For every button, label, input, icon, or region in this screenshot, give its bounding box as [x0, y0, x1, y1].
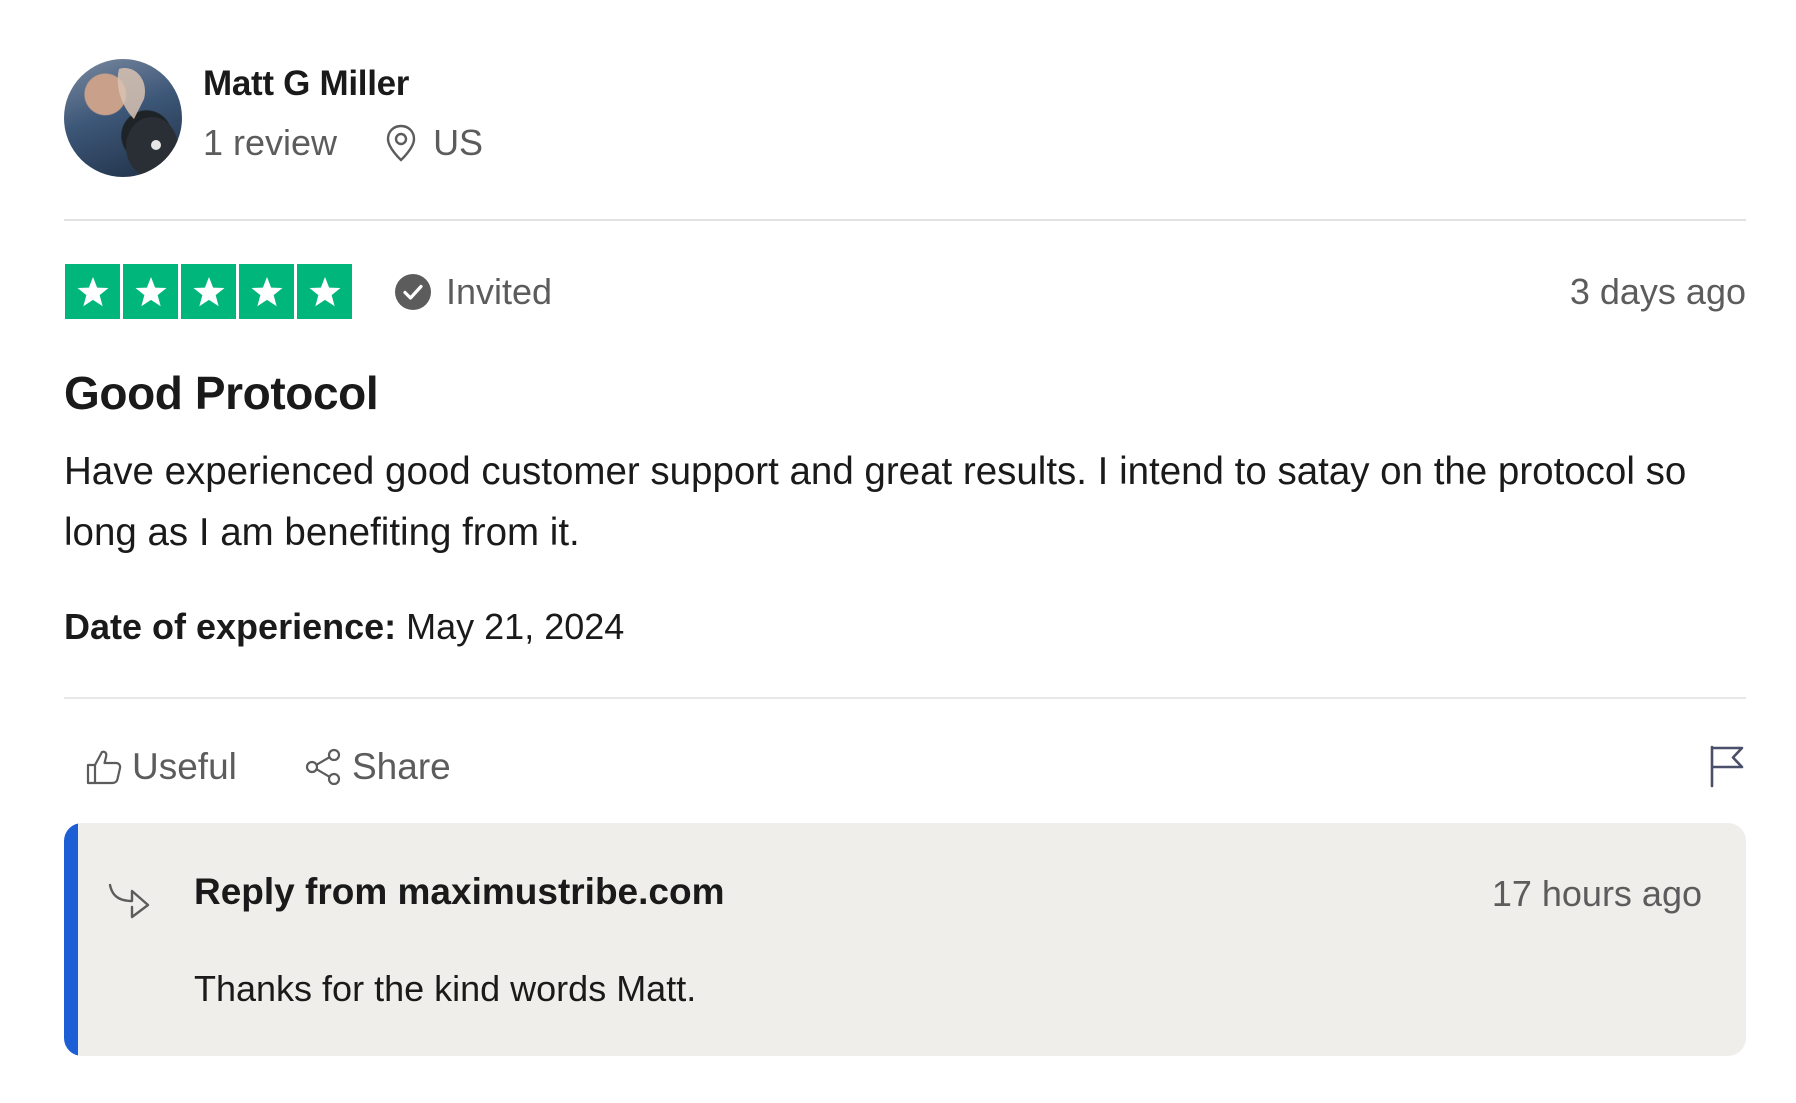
experience-label: Date of experience:: [64, 606, 397, 647]
star-rating: [65, 264, 352, 319]
share-icon: [304, 747, 344, 787]
review-count: 1 review: [203, 122, 338, 163]
useful-button[interactable]: Useful: [84, 746, 237, 788]
star-icon: [181, 264, 236, 319]
company-reply: Reply from maximustribe.com 17 hours ago…: [64, 823, 1746, 1056]
useful-label: Useful: [132, 746, 237, 787]
review-card: Matt G Miller 1 review US Invited 3 days…: [64, 0, 1746, 1103]
review-title[interactable]: Good Protocol: [64, 366, 379, 420]
reviewer-location: US: [433, 122, 484, 163]
reply-arrow-icon: [106, 879, 152, 924]
share-label: Share: [352, 746, 451, 787]
star-icon: [65, 264, 120, 319]
divider: [64, 697, 1746, 699]
invited-badge[interactable]: Invited: [394, 271, 552, 313]
review-body: Have experienced good customer support a…: [64, 450, 1687, 554]
divider: [64, 219, 1746, 221]
reviewer-name[interactable]: Matt G Miller: [203, 64, 409, 104]
reviewer-meta: 1 review US: [203, 122, 483, 164]
experience-date: May 21, 2024: [406, 606, 625, 647]
star-icon: [297, 264, 352, 319]
reply-accent-bar: [64, 823, 78, 1056]
avatar[interactable]: [64, 59, 182, 177]
reply-text: Thanks for the kind words Matt.: [194, 968, 697, 1009]
thumbs-up-icon: [84, 747, 124, 787]
flag-icon[interactable]: [1708, 744, 1746, 793]
share-button[interactable]: Share: [304, 746, 451, 788]
star-icon: [123, 264, 178, 319]
review-date: 3 days ago: [1569, 271, 1746, 312]
reply-from: Reply from maximustribe.com: [194, 871, 725, 912]
reply-date: 17 hours ago: [1491, 873, 1702, 914]
invited-label: Invited: [446, 271, 553, 312]
location-pin-icon: [385, 124, 417, 162]
date-of-experience: Date of experience: May 21, 2024: [64, 606, 624, 648]
check-circle-icon: [394, 273, 432, 311]
star-icon: [239, 264, 294, 319]
